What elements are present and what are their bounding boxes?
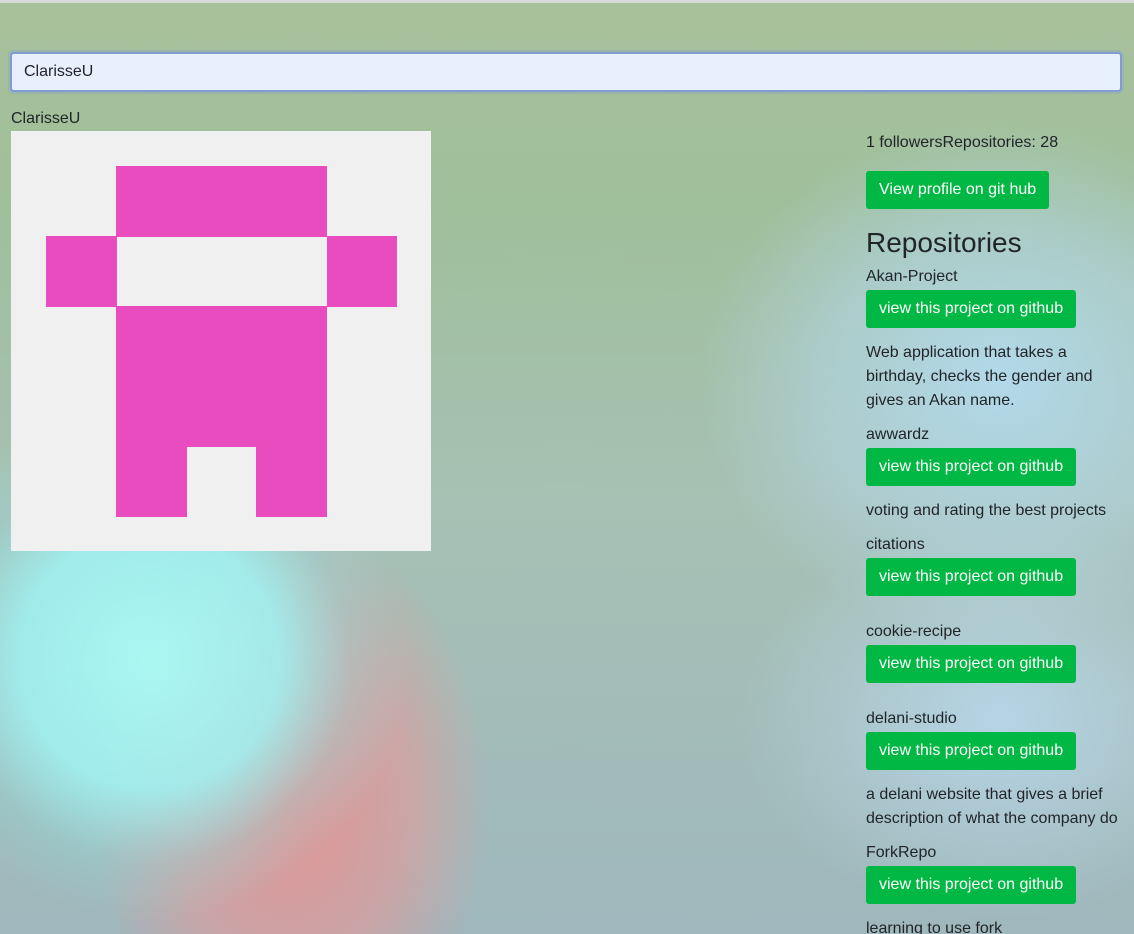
repo-name: delani-studio [866, 710, 957, 727]
search-container [10, 52, 1122, 92]
repo-name: citations [866, 536, 925, 553]
repo-item: citations view this project on github [866, 535, 1128, 596]
view-repo-button[interactable]: view this project on github [866, 866, 1077, 904]
repo-name: Akan-Project [866, 268, 958, 285]
repo-description: learning to use fork [866, 920, 1003, 934]
view-repo-button[interactable]: view this project on github [866, 558, 1077, 596]
repo-item: Akan-Project view this project on github… [866, 267, 1128, 413]
view-repo-button[interactable]: view this project on github [866, 732, 1077, 770]
username-search-input[interactable] [10, 52, 1122, 92]
repo-item: delani-studio view this project on githu… [866, 709, 1128, 831]
repo-item: cookie-recipe view this project on githu… [866, 622, 1128, 683]
view-profile-button[interactable]: View profile on git hub [866, 171, 1050, 209]
top-border [0, 0, 1134, 3]
repo-description: voting and rating the best projects [866, 502, 1107, 519]
view-repo-button[interactable]: view this project on github [866, 448, 1077, 486]
view-repo-button[interactable]: view this project on github [866, 645, 1077, 683]
repo-name: ForkRepo [866, 844, 937, 861]
profile-stats: 1 followersRepositories: 28 [866, 134, 1059, 151]
avatar [11, 131, 431, 551]
repo-item: awwardz view this project on github voti… [866, 425, 1128, 523]
profile-username: ClarisseU [11, 110, 81, 127]
repositories-heading: Repositories [866, 227, 1022, 258]
repo-item: ForkRepo view this project on github lea… [866, 843, 1128, 934]
repo-name: cookie-recipe [866, 623, 962, 640]
profile-sidebar: 1 followersRepositories: 28 View profile… [866, 130, 1128, 934]
repo-description: Web application that takes a birthday, c… [866, 344, 1093, 409]
view-repo-button[interactable]: view this project on github [866, 290, 1077, 328]
repo-description: a delani website that gives a brief desc… [866, 786, 1118, 827]
repo-name: awwardz [866, 426, 930, 443]
